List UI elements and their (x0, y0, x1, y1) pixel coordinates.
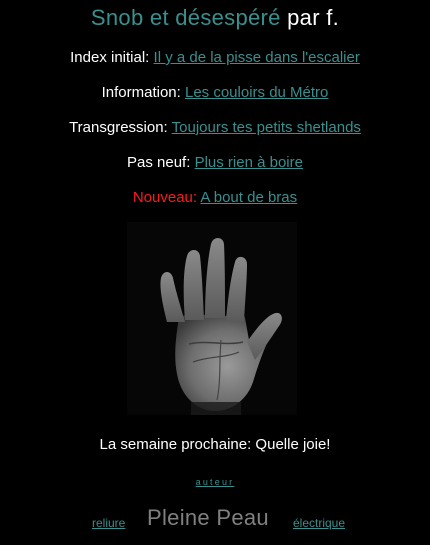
link-row-nouveau: Nouveau: A bout de bras (0, 189, 430, 207)
link-row-label: Pas neuf: (127, 154, 191, 171)
link-pas-neuf[interactable]: Plus rien à boire (195, 154, 303, 171)
link-row-label-new: Nouveau: (132, 189, 198, 206)
link-nouveau[interactable]: A bout de bras (200, 189, 297, 206)
reliure-link[interactable]: reliure (92, 516, 125, 530)
auteur-row: auteur (0, 477, 430, 487)
page-title: Snob et désespéré par f. (0, 4, 430, 32)
link-row-information: Information: Les couloirs du Métro (0, 84, 430, 102)
hand-photo (127, 222, 297, 415)
link-row-pas-neuf: Pas neuf: Plus rien à boire (0, 154, 430, 172)
link-row-label: Index initial: (70, 49, 150, 66)
auteur-link[interactable]: auteur (196, 477, 235, 487)
link-transgression[interactable]: Toujours tes petits shetlands (172, 119, 361, 136)
link-row-label: Transgression: (69, 119, 168, 136)
footer-nav: reliure Pleine Peau électrique (0, 505, 430, 535)
title-main: Snob et désespéré (90, 5, 281, 30)
link-row-index-initial: Index initial: Il y a de la pisse dans l… (0, 49, 430, 67)
next-week-text: La semaine prochaine: Quelle joie! (99, 436, 331, 453)
page: Snob et désespéré par f. Index initial: … (0, 0, 430, 545)
link-row-label: Information: (101, 84, 181, 101)
hand-image (127, 222, 297, 415)
electrique-link[interactable]: électrique (293, 516, 345, 530)
pleine-peau-title: Pleine Peau (147, 505, 269, 530)
link-row-transgression: Transgression: Toujours tes petits shetl… (0, 119, 430, 137)
link-index-initial[interactable]: Il y a de la pisse dans l'escalier (154, 49, 360, 66)
link-information[interactable]: Les couloirs du Métro (185, 84, 328, 101)
title-suffix: par f. (287, 5, 340, 30)
